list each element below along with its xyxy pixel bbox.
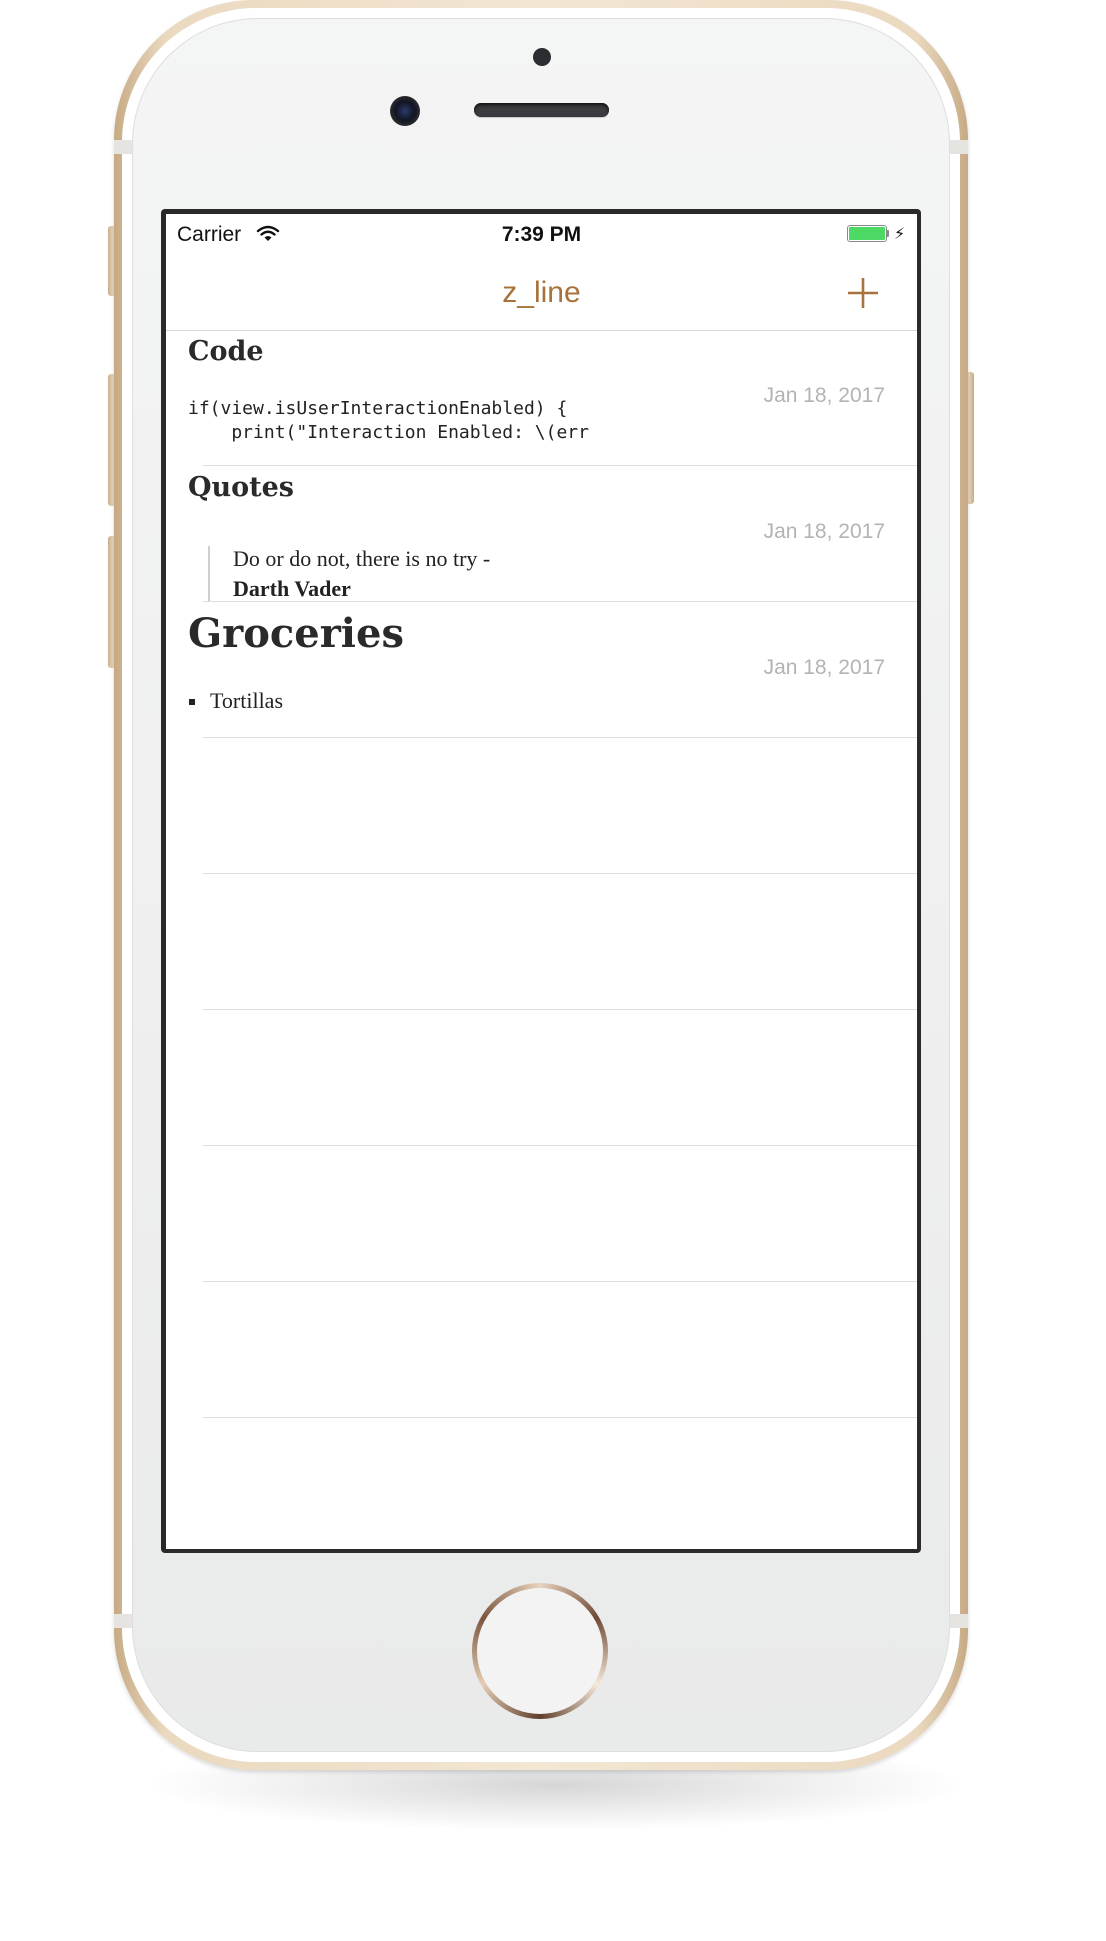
- nav-title: z_line: [502, 276, 581, 309]
- battery-level-fill: [849, 227, 885, 240]
- list-item-text: Tortillas: [210, 688, 284, 713]
- home-button[interactable]: [472, 1583, 608, 1719]
- bullet-icon: [189, 699, 195, 705]
- navigation-bar: z_line: [166, 254, 917, 331]
- empty-row-separator: [203, 1009, 917, 1010]
- note-title: Groceries: [188, 610, 404, 657]
- home-button-face[interactable]: [477, 1588, 603, 1714]
- status-time: 7:39 PM: [501, 223, 582, 246]
- antenna-line: [950, 140, 968, 154]
- empty-row-separator: [203, 1145, 917, 1146]
- row-separator: [203, 737, 917, 738]
- quote-text: Do or do not, there is no try -: [233, 546, 491, 571]
- note-date: Jan 18, 2017: [763, 656, 885, 679]
- note-date: Jan 18, 2017: [763, 520, 885, 543]
- note-title: Code: [188, 336, 264, 367]
- note-row-code[interactable]: Code Jan 18, 2017 if(view.isUserInteract…: [166, 330, 917, 466]
- earpiece-speaker: [474, 103, 609, 117]
- note-date: Jan 18, 2017: [763, 384, 885, 407]
- proximity-sensor: [533, 48, 551, 66]
- bolt-icon: ⚡︎: [894, 226, 906, 243]
- note-row-groceries[interactable]: Groceries Jan 18, 2017 Tortillas: [166, 602, 917, 738]
- empty-row-separator: [203, 1281, 917, 1282]
- code-line: if(view.isUserInteractionEnabled) {: [188, 398, 568, 419]
- note-row-quotes[interactable]: Quotes Jan 18, 2017 Do or do not, there …: [166, 466, 917, 602]
- add-note-button[interactable]: [844, 274, 882, 312]
- status-bar: Carrier 7:39 PM ⚡︎: [166, 214, 917, 254]
- app-screen: Carrier 7:39 PM ⚡︎ z_line Code Jan 18, 2…: [166, 214, 917, 1549]
- quote-author: Darth Vader: [233, 576, 351, 601]
- battery-tip: [886, 230, 889, 237]
- front-camera: [390, 96, 420, 126]
- empty-row-separator: [203, 1417, 917, 1418]
- note-title: Quotes: [188, 472, 295, 503]
- empty-row-separator: [203, 873, 917, 874]
- antenna-line: [950, 1614, 968, 1628]
- antenna-line: [114, 1614, 132, 1628]
- battery-icon: [847, 225, 887, 242]
- antenna-line: [114, 140, 132, 154]
- blockquote-bar: [208, 546, 210, 602]
- plus-icon[interactable]: [844, 274, 882, 312]
- code-line: print("Interaction Enabled: \(err: [188, 422, 589, 443]
